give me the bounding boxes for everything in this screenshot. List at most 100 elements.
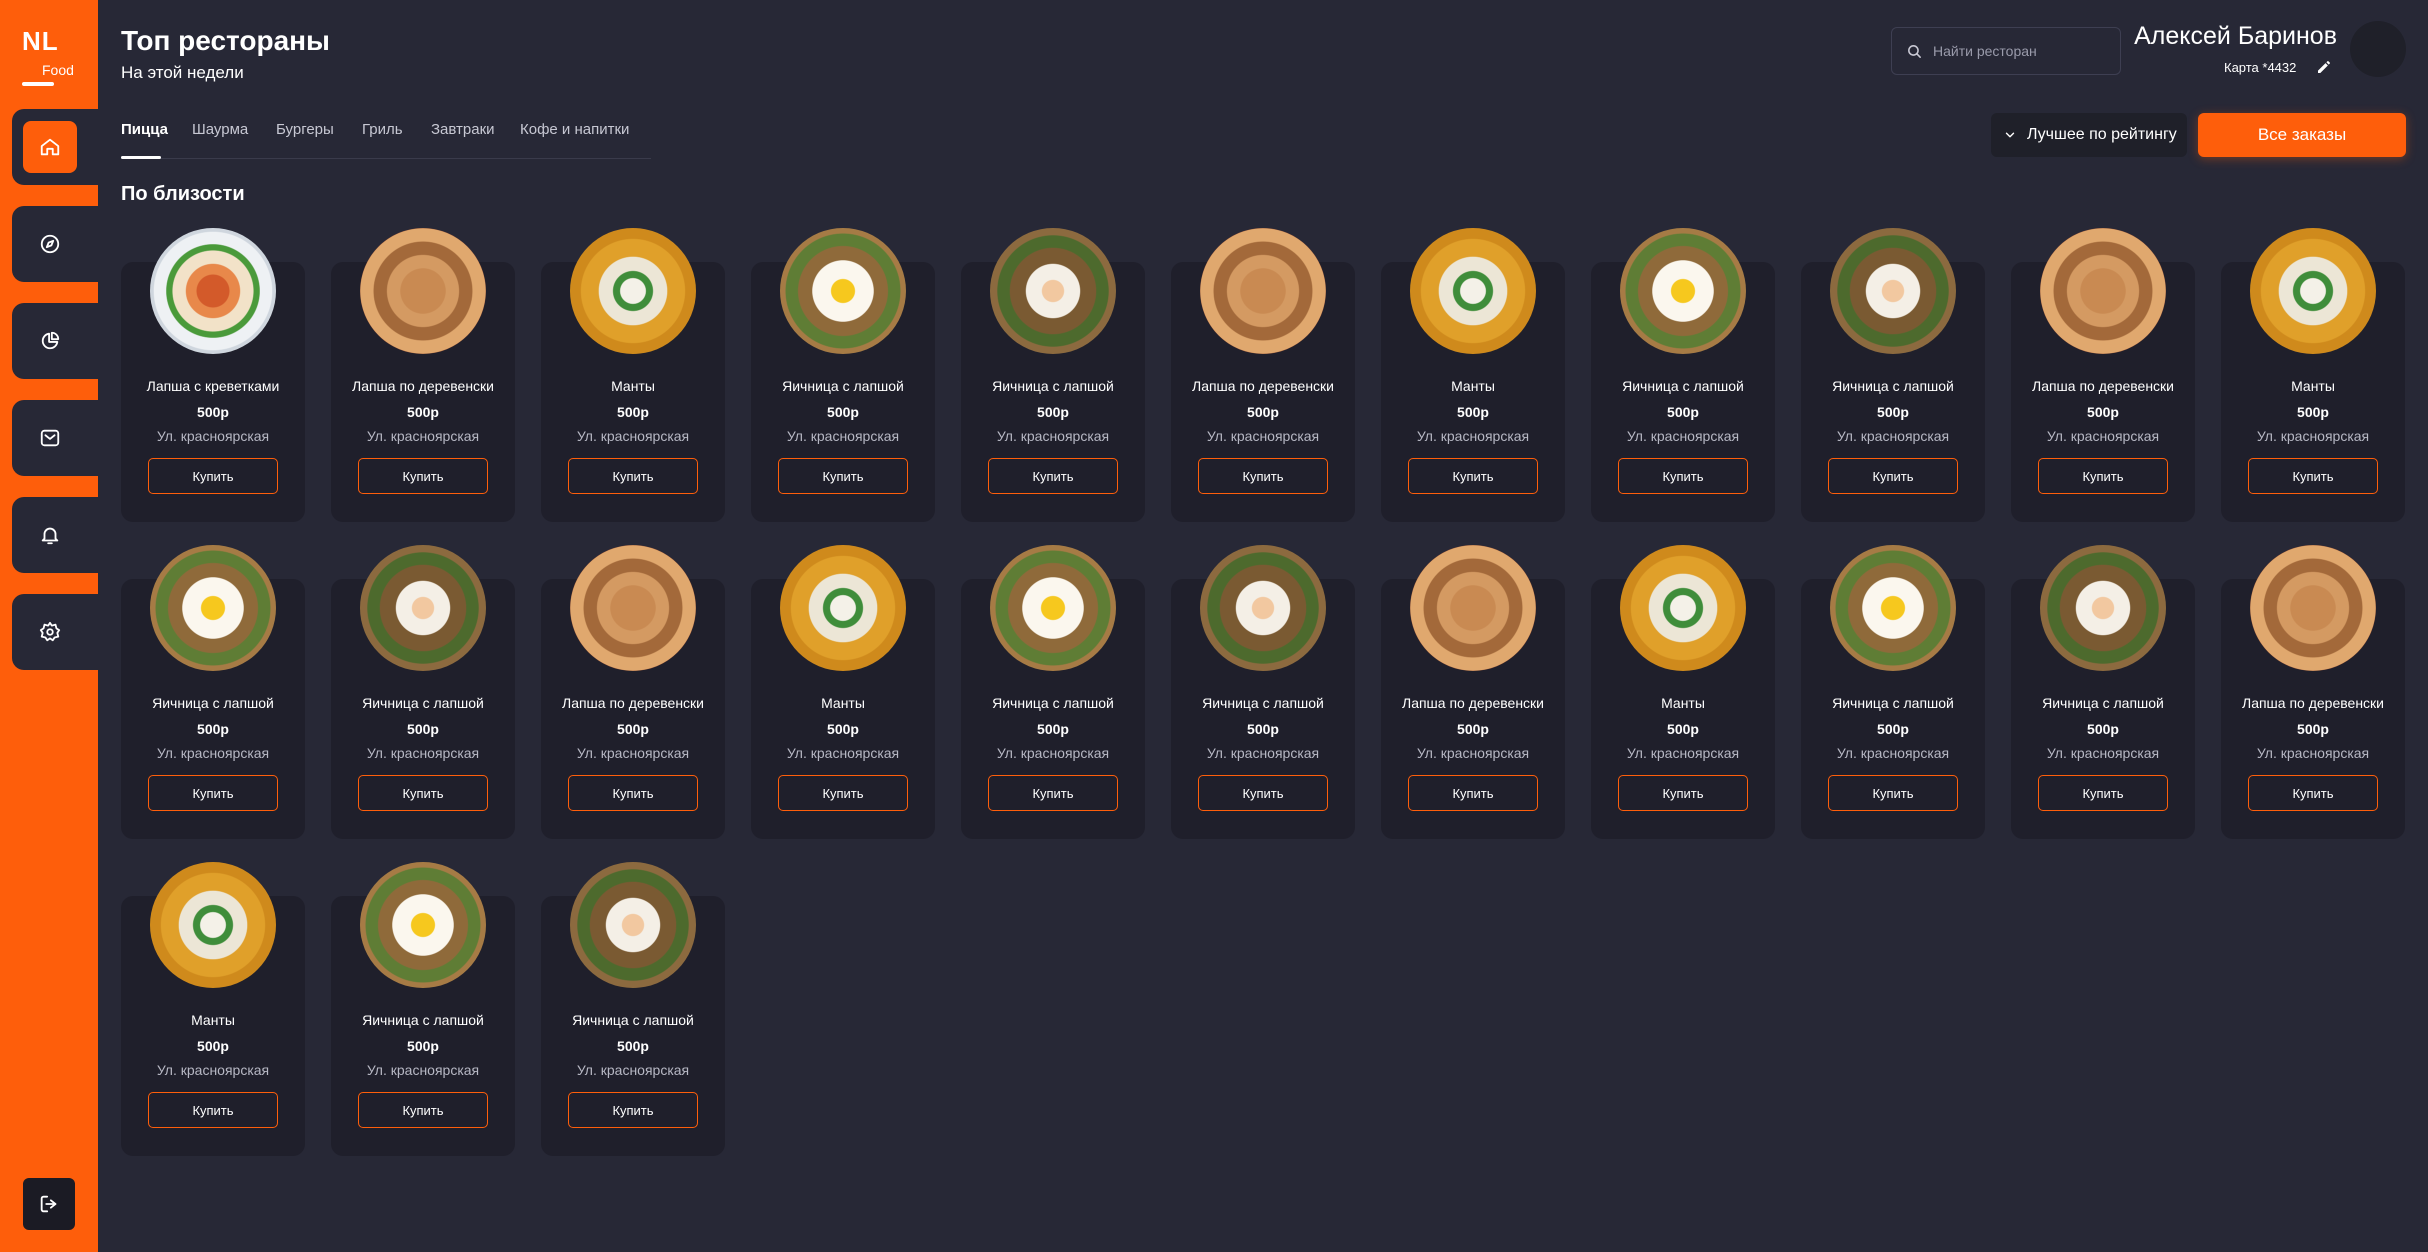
buy-button[interactable]: Купить — [1198, 775, 1328, 811]
product-card[interactable]: Яичница с лапшой 500р Ул. красноярская Купи… — [541, 862, 725, 1156]
buy-button[interactable]: Купить — [1828, 458, 1958, 494]
buy-button[interactable]: Купить — [1618, 775, 1748, 811]
buy-button[interactable]: Купить — [2248, 458, 2378, 494]
product-image[interactable] — [2040, 228, 2166, 354]
product-card[interactable]: Лапша по деревенски 500р Ул. красноярская К… — [1381, 545, 1565, 839]
buy-button[interactable]: Купить — [778, 458, 908, 494]
product-image[interactable] — [360, 228, 486, 354]
product-image[interactable] — [2250, 545, 2376, 671]
nav-settings[interactable] — [12, 594, 98, 670]
product-card[interactable]: Манты 500р Ул. красноярская Купить — [541, 228, 725, 522]
nav-notifications[interactable] — [12, 497, 98, 573]
tab-drinks[interactable]: Кофе и напитки — [520, 121, 629, 138]
product-image[interactable] — [570, 228, 696, 354]
product-image[interactable] — [360, 545, 486, 671]
buy-button[interactable]: Купить — [358, 1092, 488, 1128]
product-image[interactable] — [780, 228, 906, 354]
product-image[interactable] — [150, 862, 276, 988]
logout-button[interactable] — [23, 1178, 75, 1230]
product-image[interactable] — [150, 228, 276, 354]
product-image[interactable] — [570, 862, 696, 988]
buy-button[interactable]: Купить — [568, 458, 698, 494]
buy-button[interactable]: Купить — [568, 775, 698, 811]
product-card[interactable]: Лапша с креветками 500р Ул. красноярская Ку… — [121, 228, 305, 522]
nav-messages-button[interactable] — [23, 412, 77, 464]
product-image[interactable] — [570, 545, 696, 671]
buy-button[interactable]: Купить — [1828, 775, 1958, 811]
buy-button[interactable]: Купить — [1408, 775, 1538, 811]
nav-explore-button[interactable] — [23, 218, 77, 270]
nav-home[interactable] — [12, 109, 98, 185]
nav-settings-button[interactable] — [23, 606, 77, 658]
product-image[interactable] — [1200, 228, 1326, 354]
nav-notifications-button[interactable] — [23, 509, 77, 561]
product-card[interactable]: Манты 500р Ул. красноярская Купить — [2221, 228, 2405, 522]
buy-button[interactable]: Купить — [148, 1092, 278, 1128]
product-image[interactable] — [150, 545, 276, 671]
product-card[interactable]: Яичница с лапшой 500р Ул. красноярская Купи… — [1171, 545, 1355, 839]
product-card[interactable]: Яичница с лапшой 500р Ул. красноярская Купи… — [751, 228, 935, 522]
product-card[interactable]: Манты 500р Ул. красноярская Купить — [121, 862, 305, 1156]
buy-button[interactable]: Купить — [2038, 458, 2168, 494]
all-orders-button[interactable]: Все заказы — [2198, 113, 2406, 157]
product-image[interactable] — [780, 545, 906, 671]
tab-breakfast[interactable]: Завтраки — [431, 121, 495, 138]
buy-button[interactable]: Купить — [358, 775, 488, 811]
buy-button[interactable]: Купить — [1198, 458, 1328, 494]
product-card[interactable]: Яичница с лапшой 500р Ул. красноярская Купи… — [331, 545, 515, 839]
logo[interactable]: NL Food — [22, 26, 82, 92]
product-card[interactable]: Лапша по деревенски 500р Ул. красноярская К… — [331, 228, 515, 522]
buy-button[interactable]: Купить — [778, 775, 908, 811]
search-input[interactable] — [1933, 43, 2103, 59]
product-image[interactable] — [1410, 545, 1536, 671]
product-card[interactable]: Манты 500р Ул. красноярская Купить — [1591, 545, 1775, 839]
buy-button[interactable]: Купить — [1618, 458, 1748, 494]
product-card[interactable]: Лапша по деревенски 500р Ул. красноярская К… — [1171, 228, 1355, 522]
product-image[interactable] — [990, 228, 1116, 354]
product-image[interactable] — [990, 545, 1116, 671]
product-image[interactable] — [1410, 228, 1536, 354]
nav-messages[interactable] — [12, 400, 98, 476]
product-card[interactable]: Лапша по деревенски 500р Ул. красноярская К… — [2221, 545, 2405, 839]
product-card[interactable]: Яичница с лапшой 500р Ул. красноярская Купи… — [2011, 545, 2195, 839]
tab-grill[interactable]: Гриль — [362, 121, 403, 138]
buy-button[interactable]: Купить — [568, 1092, 698, 1128]
buy-button[interactable]: Купить — [358, 458, 488, 494]
tab-shawarma[interactable]: Шаурма — [192, 121, 248, 138]
product-card[interactable]: Яичница с лапшой 500р Ул. красноярская Купи… — [121, 545, 305, 839]
buy-button[interactable]: Купить — [988, 458, 1118, 494]
tab-burgers[interactable]: Бургеры — [276, 121, 334, 138]
product-card[interactable]: Яичница с лапшой 500р Ул. красноярская Купи… — [961, 545, 1145, 839]
product-card[interactable]: Яичница с лапшой 500р Ул. красноярская Купи… — [1591, 228, 1775, 522]
product-image[interactable] — [1830, 545, 1956, 671]
tab-pizza[interactable]: Пицца — [121, 121, 168, 138]
buy-button[interactable]: Купить — [148, 775, 278, 811]
sort-dropdown[interactable]: Лучшее по рейтингу — [1991, 113, 2187, 157]
product-card[interactable]: Яичница с лапшой 500р Ул. красноярская Купи… — [1801, 228, 1985, 522]
product-image[interactable] — [1620, 228, 1746, 354]
product-image[interactable] — [1620, 545, 1746, 671]
nav-home-button[interactable] — [23, 121, 77, 173]
product-image[interactable] — [2250, 228, 2376, 354]
product-card[interactable]: Яичница с лапшой 500р Ул. красноярская Купи… — [331, 862, 515, 1156]
nav-explore[interactable] — [12, 206, 98, 282]
nav-stats-button[interactable] — [23, 315, 77, 367]
buy-button[interactable]: Купить — [2038, 775, 2168, 811]
product-card[interactable]: Манты 500р Ул. красноярская Купить — [1381, 228, 1565, 522]
avatar[interactable] — [2350, 21, 2406, 77]
product-card[interactable]: Яичница с лапшой 500р Ул. красноярская Купи… — [961, 228, 1145, 522]
product-image[interactable] — [360, 862, 486, 988]
product-card[interactable]: Яичница с лапшой 500р Ул. красноярская Купи… — [1801, 545, 1985, 839]
product-card[interactable]: Лапша по деревенски 500р Ул. красноярская К… — [2011, 228, 2195, 522]
buy-button[interactable]: Купить — [148, 458, 278, 494]
product-image[interactable] — [2040, 545, 2166, 671]
product-image[interactable] — [1200, 545, 1326, 671]
buy-button[interactable]: Купить — [2248, 775, 2378, 811]
edit-icon[interactable] — [2316, 59, 2332, 75]
product-card[interactable]: Манты 500р Ул. красноярская Купить — [751, 545, 935, 839]
product-image[interactable] — [1830, 228, 1956, 354]
nav-stats[interactable] — [12, 303, 98, 379]
search-box[interactable] — [1891, 27, 2121, 75]
buy-button[interactable]: Купить — [1408, 458, 1538, 494]
buy-button[interactable]: Купить — [988, 775, 1118, 811]
